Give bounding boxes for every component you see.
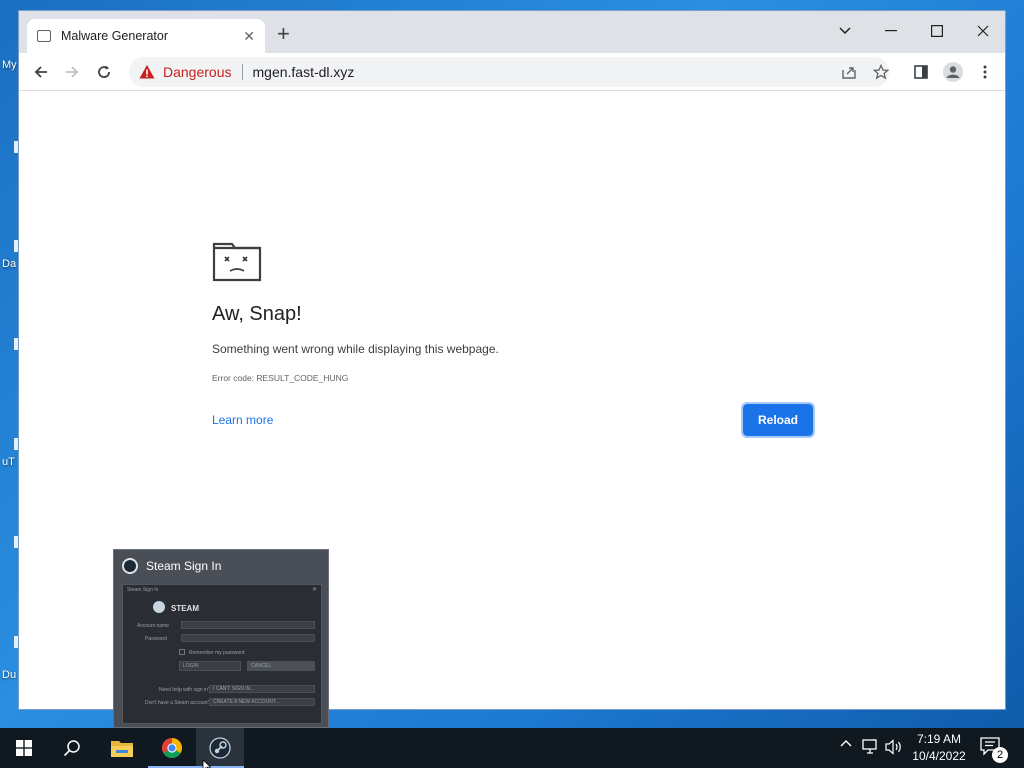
tab-close-icon[interactable]: ✕ — [243, 28, 255, 45]
tab-search-button[interactable] — [829, 17, 861, 45]
steam-icon — [209, 737, 231, 759]
file-explorer-button[interactable] — [98, 728, 146, 768]
mini-password-label: Password — [145, 636, 167, 642]
volume-tray-button[interactable] — [885, 739, 903, 758]
star-icon — [873, 64, 889, 80]
arrow-left-icon — [34, 66, 47, 78]
action-center-button[interactable]: 2 — [980, 736, 1008, 763]
error-description: Something went wrong while displaying th… — [212, 342, 499, 356]
sad-tab-icon — [212, 242, 262, 282]
reload-toolbar-button[interactable] — [92, 60, 116, 84]
share-icon — [842, 67, 856, 79]
speaker-icon — [885, 739, 901, 755]
side-panel-icon — [914, 65, 928, 79]
mouse-cursor-icon — [202, 760, 212, 768]
start-button[interactable] — [0, 728, 48, 768]
clock-time: 7:19 AM — [916, 732, 962, 746]
show-hidden-icons-button[interactable] — [839, 736, 853, 753]
tab-title: Malware Generator — [61, 29, 168, 43]
mini-close-icon: ✕ — [311, 587, 317, 593]
mini-password-field — [181, 634, 315, 642]
steam-logo-icon — [122, 558, 138, 574]
profile-button[interactable] — [941, 60, 965, 84]
chevron-down-icon — [839, 27, 851, 35]
address-bar[interactable]: Dangerous mgen.fast-dl.xyz — [129, 57, 889, 87]
refresh-icon — [98, 65, 110, 78]
menu-button[interactable] — [973, 60, 997, 84]
mini-create-link: CREATE A NEW ACCOUNT... — [209, 698, 315, 706]
learn-more-link[interactable]: Learn more — [212, 413, 273, 427]
error-code: Error code: RESULT_CODE_HUNG — [212, 373, 349, 383]
network-icon — [862, 738, 877, 754]
mini-window-title: Steam Sign In — [127, 587, 159, 593]
desktop-icon-label[interactable]: My — [2, 59, 17, 71]
search-button[interactable] — [48, 728, 96, 768]
mini-remember-checkbox — [179, 649, 185, 655]
desktop-icon-label[interactable]: Du — [2, 669, 16, 681]
minimize-icon — [885, 30, 897, 32]
windows-logo-icon — [16, 740, 32, 756]
error-title: Aw, Snap! — [212, 303, 302, 325]
taskbar: 7:19 AM 10/4/2022 2 — [0, 728, 1024, 768]
clock-date: 10/4/2022 — [912, 749, 966, 763]
mini-remember-label: Remember my password — [189, 650, 245, 656]
tab-malware-generator[interactable]: Malware Generator ✕ — [27, 19, 265, 53]
browser-toolbar: Dangerous mgen.fast-dl.xyz — [19, 53, 1005, 91]
mini-login-button: LOGIN — [179, 661, 241, 671]
forward-button[interactable] — [60, 60, 84, 84]
close-window-button[interactable] — [967, 17, 999, 45]
mini-create-question: Don't have a Steam account? — [145, 700, 211, 706]
folder-icon — [111, 741, 133, 757]
maximize-icon — [931, 25, 943, 37]
steam-login-miniature: Steam Sign In ✕ STEAM Account name Passw… — [122, 584, 322, 724]
mini-steam-logo-icon — [153, 601, 165, 613]
reload-button[interactable]: Reload — [741, 402, 815, 438]
mini-cancel-button: CANCEL — [247, 661, 315, 671]
mini-account-field — [181, 621, 315, 629]
back-button[interactable] — [29, 60, 53, 84]
security-status-label[interactable]: Dangerous — [163, 64, 232, 80]
omnibox-divider — [241, 64, 243, 80]
steam-taskbar-preview[interactable]: Steam Sign In Steam Sign In ✕ STEAM Acco… — [113, 549, 329, 728]
desktop-icon-label[interactable]: Da — [2, 258, 16, 270]
close-icon — [977, 25, 989, 37]
notification-count-badge: 2 — [992, 747, 1008, 763]
url-text[interactable]: mgen.fast-dl.xyz — [253, 64, 355, 80]
arrow-right-icon — [66, 66, 79, 78]
bookmark-button[interactable] — [869, 60, 893, 84]
avatar-icon — [943, 62, 963, 82]
mini-help-question: Need help with sign in? — [159, 687, 211, 693]
desktop-icon-label[interactable]: uT — [2, 456, 15, 468]
chrome-icon — [162, 738, 182, 758]
warning-triangle-icon[interactable] — [139, 64, 155, 80]
minimize-button[interactable] — [875, 17, 907, 45]
side-panel-button[interactable] — [909, 60, 933, 84]
kebab-menu-icon — [983, 65, 987, 79]
mini-help-link: I CAN'T SIGN IN... — [209, 685, 315, 693]
chrome-taskbar-button[interactable] — [148, 728, 196, 768]
chevron-up-icon — [840, 740, 852, 747]
network-tray-button[interactable] — [862, 738, 880, 758]
maximize-button[interactable] — [921, 17, 953, 45]
sad-tab-favicon-icon — [37, 30, 51, 42]
mini-account-label: Account name — [137, 623, 169, 629]
mini-brand: STEAM — [171, 604, 199, 613]
search-icon — [63, 740, 80, 757]
share-button[interactable] — [837, 60, 861, 84]
taskbar-clock[interactable]: 7:19 AM 10/4/2022 — [908, 731, 970, 765]
preview-title: Steam Sign In — [146, 559, 222, 573]
browser-titlebar: Malware Generator ✕ + — [19, 11, 1005, 53]
preview-header: Steam Sign In — [114, 550, 328, 582]
new-tab-button[interactable]: + — [277, 23, 290, 45]
